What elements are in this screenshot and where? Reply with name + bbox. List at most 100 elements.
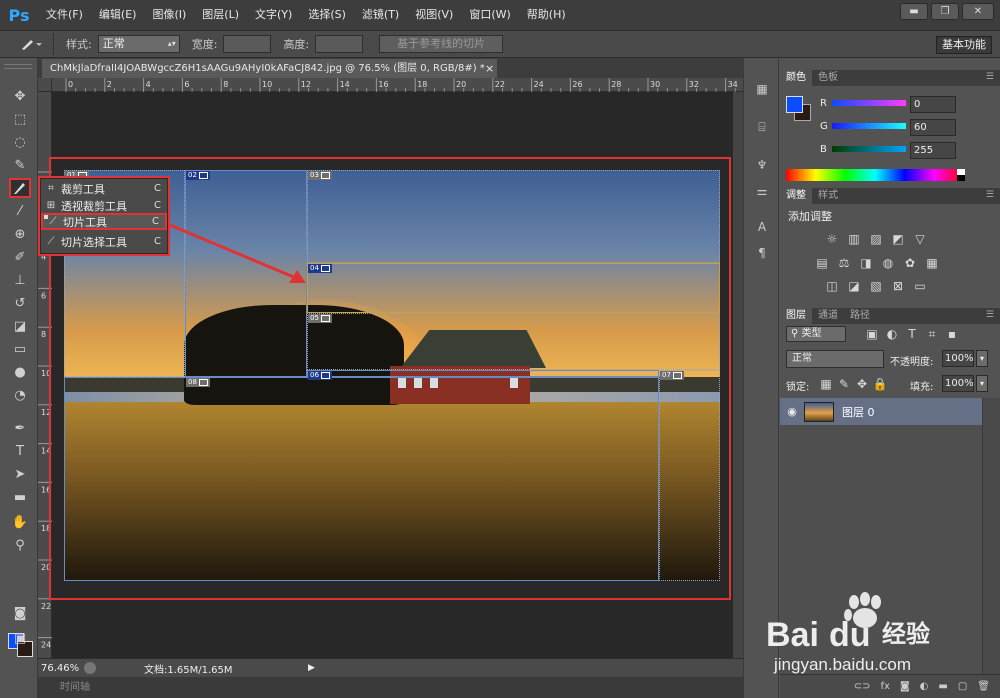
workspace-switcher[interactable]: 基本功能 bbox=[936, 36, 992, 54]
close-tab-icon[interactable]: × bbox=[485, 59, 494, 78]
menu-image[interactable]: 图像(I) bbox=[144, 0, 194, 30]
move-tool-icon[interactable]: ✥ bbox=[9, 86, 31, 106]
hue-saturation-icon[interactable]: ▤ bbox=[814, 256, 830, 270]
slices-from-guides-button[interactable]: 基于参考线的切片 bbox=[379, 35, 504, 53]
color-spectrum[interactable] bbox=[786, 169, 964, 181]
minimize-button[interactable]: ▬ bbox=[900, 3, 928, 20]
brightness-icon[interactable]: ☼ bbox=[824, 232, 840, 246]
color-lookup-icon[interactable]: ▦ bbox=[924, 256, 940, 270]
shape-tool-icon[interactable]: ▬ bbox=[9, 487, 31, 507]
photo-filter-icon[interactable]: ◍ bbox=[880, 256, 896, 270]
opacity-dropdown-arrow[interactable]: ▾ bbox=[976, 350, 988, 367]
blue-value-input[interactable]: 255 bbox=[910, 142, 956, 159]
quick-select-tool-icon[interactable]: ✎ bbox=[9, 155, 31, 175]
eraser-tool-icon[interactable]: ◪ bbox=[9, 316, 31, 336]
delete-layer-icon[interactable]: 🗑 bbox=[977, 681, 990, 692]
properties-panel-icon[interactable]: ⌸ bbox=[753, 118, 771, 136]
invert-icon[interactable]: ◫ bbox=[824, 279, 840, 293]
filter-type-icon[interactable]: T bbox=[904, 327, 920, 341]
green-value-input[interactable]: 60 bbox=[910, 119, 956, 136]
blend-mode-select[interactable]: 正常 bbox=[786, 350, 884, 368]
panel-menu-icon[interactable]: ☰ bbox=[986, 72, 994, 82]
layer-style-icon[interactable]: fx bbox=[881, 681, 890, 692]
lasso-tool-icon[interactable]: ◌ bbox=[9, 132, 31, 152]
ruler-origin[interactable] bbox=[38, 78, 52, 92]
opacity-input[interactable]: 100% bbox=[942, 350, 974, 367]
green-slider[interactable] bbox=[832, 123, 906, 129]
vibrance-icon[interactable]: ▽ bbox=[912, 232, 928, 246]
paragraph-panel-icon[interactable]: ¶ bbox=[753, 244, 771, 262]
timeline-panel[interactable]: 时间轴 bbox=[38, 677, 743, 698]
type-tool-icon[interactable]: T bbox=[9, 441, 31, 461]
menu-filter[interactable]: 滤镜(T) bbox=[354, 0, 407, 30]
quick-mask-icon[interactable]: ◙ bbox=[9, 603, 31, 623]
tab-channels[interactable]: 通道 bbox=[812, 308, 844, 324]
history-panel-icon[interactable]: ▦ bbox=[753, 80, 771, 98]
levels-icon[interactable]: ▥ bbox=[846, 232, 862, 246]
history-brush-tool-icon[interactable]: ↺ bbox=[9, 293, 31, 313]
exposure-icon[interactable]: ◩ bbox=[890, 232, 906, 246]
black-white-swatch[interactable] bbox=[957, 169, 965, 181]
ruler-horizontal[interactable]: 0 2 4 6 8 10 12 14 16 18 20 22 24 26 28 30 32 34 bbox=[52, 78, 756, 92]
red-slider[interactable] bbox=[832, 100, 906, 106]
new-group-icon[interactable]: ▬ bbox=[938, 681, 947, 692]
threshold-icon[interactable]: ▧ bbox=[868, 279, 884, 293]
width-input[interactable] bbox=[223, 35, 272, 53]
filter-shape-icon[interactable]: ⌗ bbox=[924, 327, 940, 341]
channel-mixer-icon[interactable]: ✿ bbox=[902, 256, 918, 270]
healing-brush-tool-icon[interactable]: ⊕ bbox=[9, 224, 31, 244]
vertical-scrollbar[interactable] bbox=[733, 92, 743, 658]
zoom-level[interactable]: 76.46% bbox=[38, 663, 80, 674]
height-input[interactable] bbox=[315, 35, 364, 53]
pen-tool-icon[interactable]: ✒ bbox=[9, 418, 31, 438]
style-select[interactable]: 正常 ▴▾ bbox=[97, 35, 180, 53]
eye-icon[interactable]: ◉ bbox=[780, 405, 804, 418]
menu-select[interactable]: 选择(S) bbox=[300, 0, 354, 30]
character-panel-icon[interactable]: A bbox=[753, 218, 771, 236]
selective-color-icon[interactable]: ▭ bbox=[912, 279, 928, 293]
tab-styles[interactable]: 样式 bbox=[812, 188, 844, 204]
info-icon[interactable] bbox=[84, 662, 96, 674]
tab-color[interactable]: 颜色 bbox=[780, 70, 812, 86]
clone-stamp-tool-icon[interactable]: ⊥ bbox=[9, 270, 31, 290]
blue-slider[interactable] bbox=[832, 146, 906, 152]
new-layer-icon[interactable]: ▢ bbox=[958, 681, 967, 692]
menu-help[interactable]: 帮助(H) bbox=[519, 0, 574, 30]
panel-menu-icon[interactable]: ☰ bbox=[986, 190, 994, 200]
path-select-tool-icon[interactable]: ➤ bbox=[9, 464, 31, 484]
menu-layer[interactable]: 图层(L) bbox=[194, 0, 247, 30]
color-balance-icon[interactable]: ⚖ bbox=[836, 256, 852, 270]
gradient-map-icon[interactable]: ⊠ bbox=[890, 279, 906, 293]
adjust-panel-icon[interactable]: ⚌ bbox=[753, 182, 771, 200]
menu-file[interactable]: 文件(F) bbox=[38, 0, 91, 30]
document-tab[interactable]: ChMkJlaDfraII4JOABWgccZ6H1sAAGu9AHyI0kAF… bbox=[42, 59, 497, 78]
fill-input[interactable]: 100% bbox=[942, 375, 974, 392]
red-value-input[interactable]: 0 bbox=[910, 96, 956, 113]
status-menu-arrow-icon[interactable]: ▶ bbox=[308, 663, 315, 673]
dodge-tool-icon[interactable]: ◔ bbox=[9, 385, 31, 405]
brush-panel-icon[interactable]: ♆ bbox=[753, 156, 771, 174]
link-layers-icon[interactable]: ⊂⊃ bbox=[854, 681, 871, 692]
hand-tool-icon[interactable]: ✋ bbox=[9, 512, 31, 532]
close-button[interactable]: ✕ bbox=[962, 3, 994, 20]
tab-swatches[interactable]: 色板 bbox=[812, 70, 844, 86]
filter-adjust-icon[interactable]: ◐ bbox=[884, 327, 900, 341]
eyedropper-tool-icon[interactable]: ⁄ bbox=[9, 201, 31, 221]
tab-layers[interactable]: 图层 bbox=[780, 308, 812, 324]
black-white-icon[interactable]: ◨ bbox=[858, 256, 874, 270]
lock-pixels-icon[interactable]: ✎ bbox=[836, 377, 852, 391]
screen-mode-icon[interactable]: ▣ bbox=[9, 628, 31, 648]
menu-edit[interactable]: 编辑(E) bbox=[91, 0, 145, 30]
lock-transparent-icon[interactable]: ▦ bbox=[818, 377, 834, 391]
tool-preset-picker[interactable] bbox=[10, 33, 54, 55]
add-mask-icon[interactable]: ◙ bbox=[900, 681, 910, 692]
curves-icon[interactable]: ▨ bbox=[868, 232, 884, 246]
posterize-icon[interactable]: ◪ bbox=[846, 279, 862, 293]
maximize-button[interactable]: ❐ bbox=[931, 3, 959, 20]
foreground-color-swatch[interactable] bbox=[786, 96, 803, 113]
menu-view[interactable]: 视图(V) bbox=[407, 0, 461, 30]
brush-tool-icon[interactable]: ✐ bbox=[9, 247, 31, 267]
toolbox-grip[interactable] bbox=[4, 64, 32, 69]
filter-pixel-icon[interactable]: ▣ bbox=[864, 327, 880, 341]
layer-filter-select[interactable]: ⚲ 类型 bbox=[786, 326, 846, 342]
